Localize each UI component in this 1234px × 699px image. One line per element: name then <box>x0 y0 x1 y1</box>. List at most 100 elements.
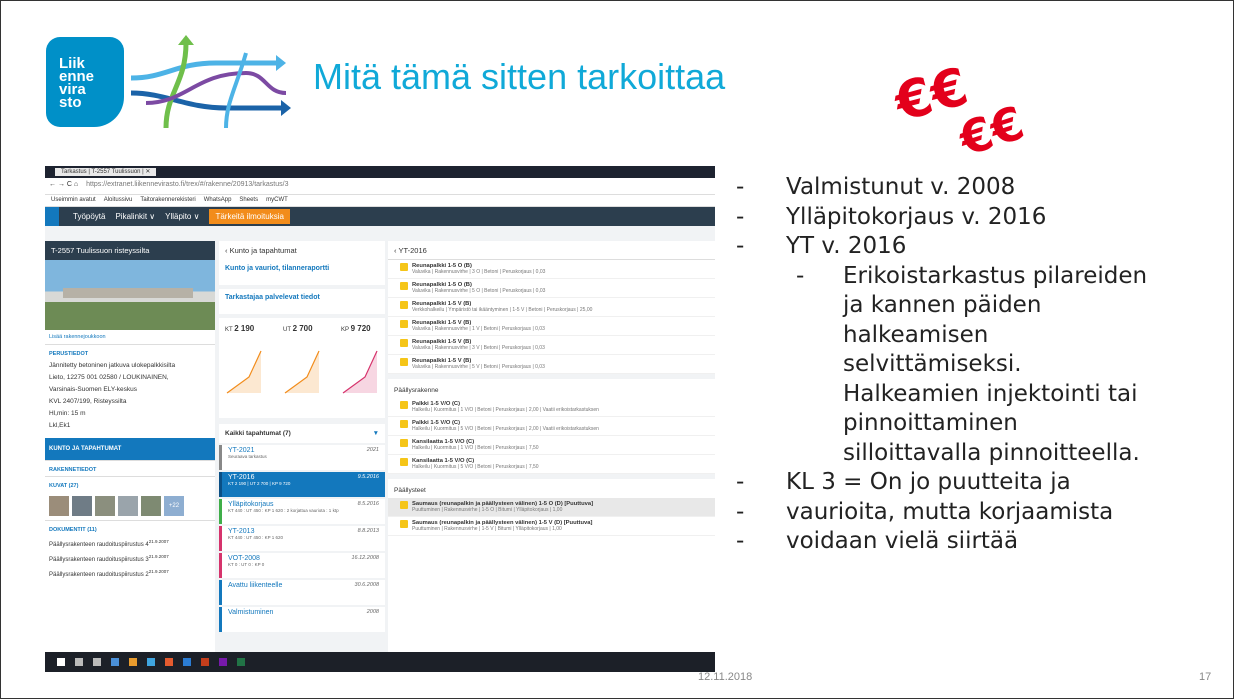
damage-meta: Puuttuminen | Rakennusvirhe | 1-5 O | Bi… <box>412 507 563 513</box>
bookmark-item[interactable]: WhatsApp <box>204 197 232 204</box>
thumbnail[interactable] <box>95 496 115 516</box>
basic-info-line: Hl,min: 15 m <box>49 410 86 417</box>
bullet-text: halkeamisen <box>843 321 989 348</box>
documents-heading[interactable]: DOKUMENTIT (11) <box>45 520 215 536</box>
bullet-text: selvittämiseksi. <box>843 351 1022 377</box>
event-subtitle: KT 440 : UT 450 : KP 1 620 <box>228 535 284 540</box>
event-subtitle: KT 440 : UT 450 : KP 1 620 : 2 korjattua… <box>228 508 339 513</box>
damage-item[interactable]: Saumaus (reunapalkin ja päällysteen väli… <box>388 517 715 536</box>
damage-item[interactable]: Palkki 1-5 V/O (C) Halkeilu | Kuormitus |… <box>388 398 715 417</box>
pavements-heading: Päällysteet <box>388 474 715 498</box>
app-icon[interactable] <box>183 658 191 666</box>
warning-button[interactable]: Tärkeitä ilmoituksia <box>209 209 290 224</box>
damage-item[interactable]: Reunapalkki 1-5 O (B) Valuvika | Rakennus… <box>388 260 715 279</box>
damage-item[interactable]: Reunapalkki 1-5 O (B) Valuvika | Rakennus… <box>388 279 715 298</box>
basic-info-line: KVL 2407/199, Risteyssilta <box>49 398 127 405</box>
bookmark-item[interactable]: Taitorakennerekisteri <box>140 197 195 204</box>
bullet-item: - Erikoistarkastus pilareiden <box>736 262 1216 292</box>
condition-events-tab[interactable]: KUNTO JA TAPAHTUMAT <box>45 438 215 460</box>
event-item[interactable]: YT-2021 2021 Seuraava tarkastus <box>219 445 385 470</box>
condition-report-link[interactable]: Kunto ja vauriot, tilanneraportti <box>219 260 385 285</box>
document-name: Päällysrakenteen raudoituspiirustus 2 <box>49 572 149 578</box>
app-icon[interactable] <box>165 658 173 666</box>
bullet-dash: - <box>736 233 745 259</box>
url-text[interactable]: https://extranet.liikennevirasto.fi/trex… <box>86 181 288 191</box>
app-icon[interactable] <box>201 658 209 666</box>
bullet-text: Erikoistarkastus pilareiden <box>843 262 1148 289</box>
app-icon[interactable] <box>111 658 119 666</box>
bullet-item: silloittavalla pinnoitteella. <box>736 439 1216 469</box>
filter-icon[interactable]: ▼ <box>373 430 379 437</box>
app-icon[interactable] <box>237 658 245 666</box>
thumbnail[interactable] <box>49 496 69 516</box>
bookmark-item[interactable]: Sheets <box>239 197 258 204</box>
damage-item[interactable]: Reunapalkki 1-5 V (B) Valuvika | Rakennus… <box>388 317 715 336</box>
kpi-value: 9 720 <box>350 324 371 333</box>
damage-item[interactable]: Kansilaatta 1-5 V/O (C) Halkeilu | Kuormi… <box>388 436 715 455</box>
event-item[interactable]: VOT-2008 16.12.2008 KT 0 : UT 0 : KP 0 <box>219 553 385 578</box>
more-images-button[interactable]: +22 <box>164 496 184 516</box>
bridge-photo <box>45 260 215 330</box>
kpi-row: KT 2 190 UT 2 700 KP 9 720 <box>219 318 385 418</box>
app-icon[interactable] <box>129 658 137 666</box>
event-date: 16.12.2008 <box>351 555 379 561</box>
event-item[interactable]: Ylläpitokorjaus 8.5.2016 KT 440 : UT 450 :… <box>219 499 385 524</box>
event-item[interactable]: Avattu liikenteelle 30.6.2008 <box>219 580 385 605</box>
arrows-graphic <box>130 35 291 129</box>
kpi-value: 2 700 <box>292 324 313 333</box>
bullet-text: vaurioita, mutta korjaamista <box>786 498 1114 525</box>
damage-item[interactable]: Reunapalkki 1-5 V (B) Valuvika | Rakennus… <box>388 355 715 374</box>
app-icon[interactable] <box>147 658 155 666</box>
address-bar[interactable]: ← → C ⌂ https://extranet.liikennevirasto.… <box>45 178 715 195</box>
event-item[interactable]: YT-2016 9.5.2016 KT 2 190 | UT 2 700 | KP … <box>219 472 385 497</box>
document-item[interactable]: Päällysrakenteen raudoituspiirustus 321.… <box>45 551 215 566</box>
browser-tab[interactable]: Tarkastus | T-2557 Tuulissuon | ✕ <box>55 168 157 176</box>
app-icon[interactable] <box>219 658 227 666</box>
event-subtitle: Seuraava tarkastus <box>228 454 267 459</box>
start-icon[interactable] <box>57 658 65 666</box>
event-date: 30.6.2008 <box>354 582 379 588</box>
event-item[interactable]: YT-2013 8.8.2013 KT 440 : UT 450 : KP 1 62… <box>219 526 385 551</box>
damage-item[interactable]: Saumaus (reunapalkin ja päällysteen väli… <box>388 498 715 517</box>
event-subtitle: KT 0 : UT 0 : KP 0 <box>228 562 265 567</box>
nav-maintenance[interactable]: Ylläpito ∨ <box>165 212 199 221</box>
damage-item[interactable]: Kansilaatta 1-5 V/O (C) Halkeilu | Kuormi… <box>388 455 715 474</box>
document-item[interactable]: Päällysrakenteen raudoituspiirustus 421.… <box>45 536 215 551</box>
nav-buttons-icon[interactable]: ← → C ⌂ <box>49 181 78 191</box>
bullet-dash: - <box>796 262 805 289</box>
thumbnail[interactable] <box>141 496 161 516</box>
document-item[interactable]: Päällysrakenteen raudoituspiirustus 221.… <box>45 566 215 581</box>
inspector-info-link[interactable]: Tarkastajaa palvelevat tiedot <box>219 289 385 314</box>
damage-item[interactable]: Reunapalkki 1-5 V (B) Verkkohalkeilu | Ym… <box>388 298 715 317</box>
nav-quicklinks[interactable]: Pikalinkit ∨ <box>115 212 155 221</box>
add-to-group-link[interactable]: Lisää rakennejoukkoon <box>45 330 215 344</box>
thumbnail[interactable] <box>72 496 92 516</box>
thumbnail[interactable] <box>118 496 138 516</box>
event-date: 2008 <box>366 609 379 615</box>
damage-item[interactable]: Reunapalkki 1-5 V (B) Valuvika | Rakennus… <box>388 336 715 355</box>
damage-meta: Valuvika | Rakennusvirhe | 3 V | Betoni … <box>412 345 545 351</box>
event-item[interactable]: Valmistuminen 2008 <box>219 607 385 632</box>
damage-meta: Valuvika | Rakennusvirhe | 5 V | Betoni … <box>412 364 545 370</box>
bullet-item: - vaurioita, mutta korjaamista <box>736 498 1216 528</box>
basic-info-heading: PERUSTIEDOT <box>45 344 215 360</box>
basic-info-line: Jännitetty betoninen jatkuva ulokepalkki… <box>49 362 176 369</box>
kpi-trend-chart <box>342 350 378 394</box>
structure-data-tab[interactable]: RAKENNETIEDOT <box>45 460 215 476</box>
home-icon[interactable] <box>45 207 59 226</box>
kpi-item: KT 2 190 <box>225 324 263 412</box>
search-icon[interactable] <box>75 658 83 666</box>
event-date: 9.5.2016 <box>357 474 379 480</box>
bookmark-item[interactable]: myCWT <box>266 197 288 204</box>
kpi-label: KT <box>225 327 233 333</box>
bullet-item: halkeamisen <box>736 321 1216 351</box>
nav-dashboard[interactable]: Työpöytä <box>73 212 105 221</box>
damage-item[interactable]: Palkki 1-5 V/O (C) Halkeilu | Kuormitus |… <box>388 417 715 436</box>
kpi-trend-chart <box>226 350 262 394</box>
taskview-icon[interactable] <box>93 658 101 666</box>
bullet-item: - YT v. 2016 <box>736 232 1216 262</box>
bookmark-item[interactable]: Aloitussivu <box>104 197 133 204</box>
images-heading[interactable]: KUVAT (27) <box>45 476 215 492</box>
bookmark-item[interactable]: Useimmin avatut <box>51 197 96 204</box>
bullet-text: YT v. 2016 <box>786 233 907 259</box>
